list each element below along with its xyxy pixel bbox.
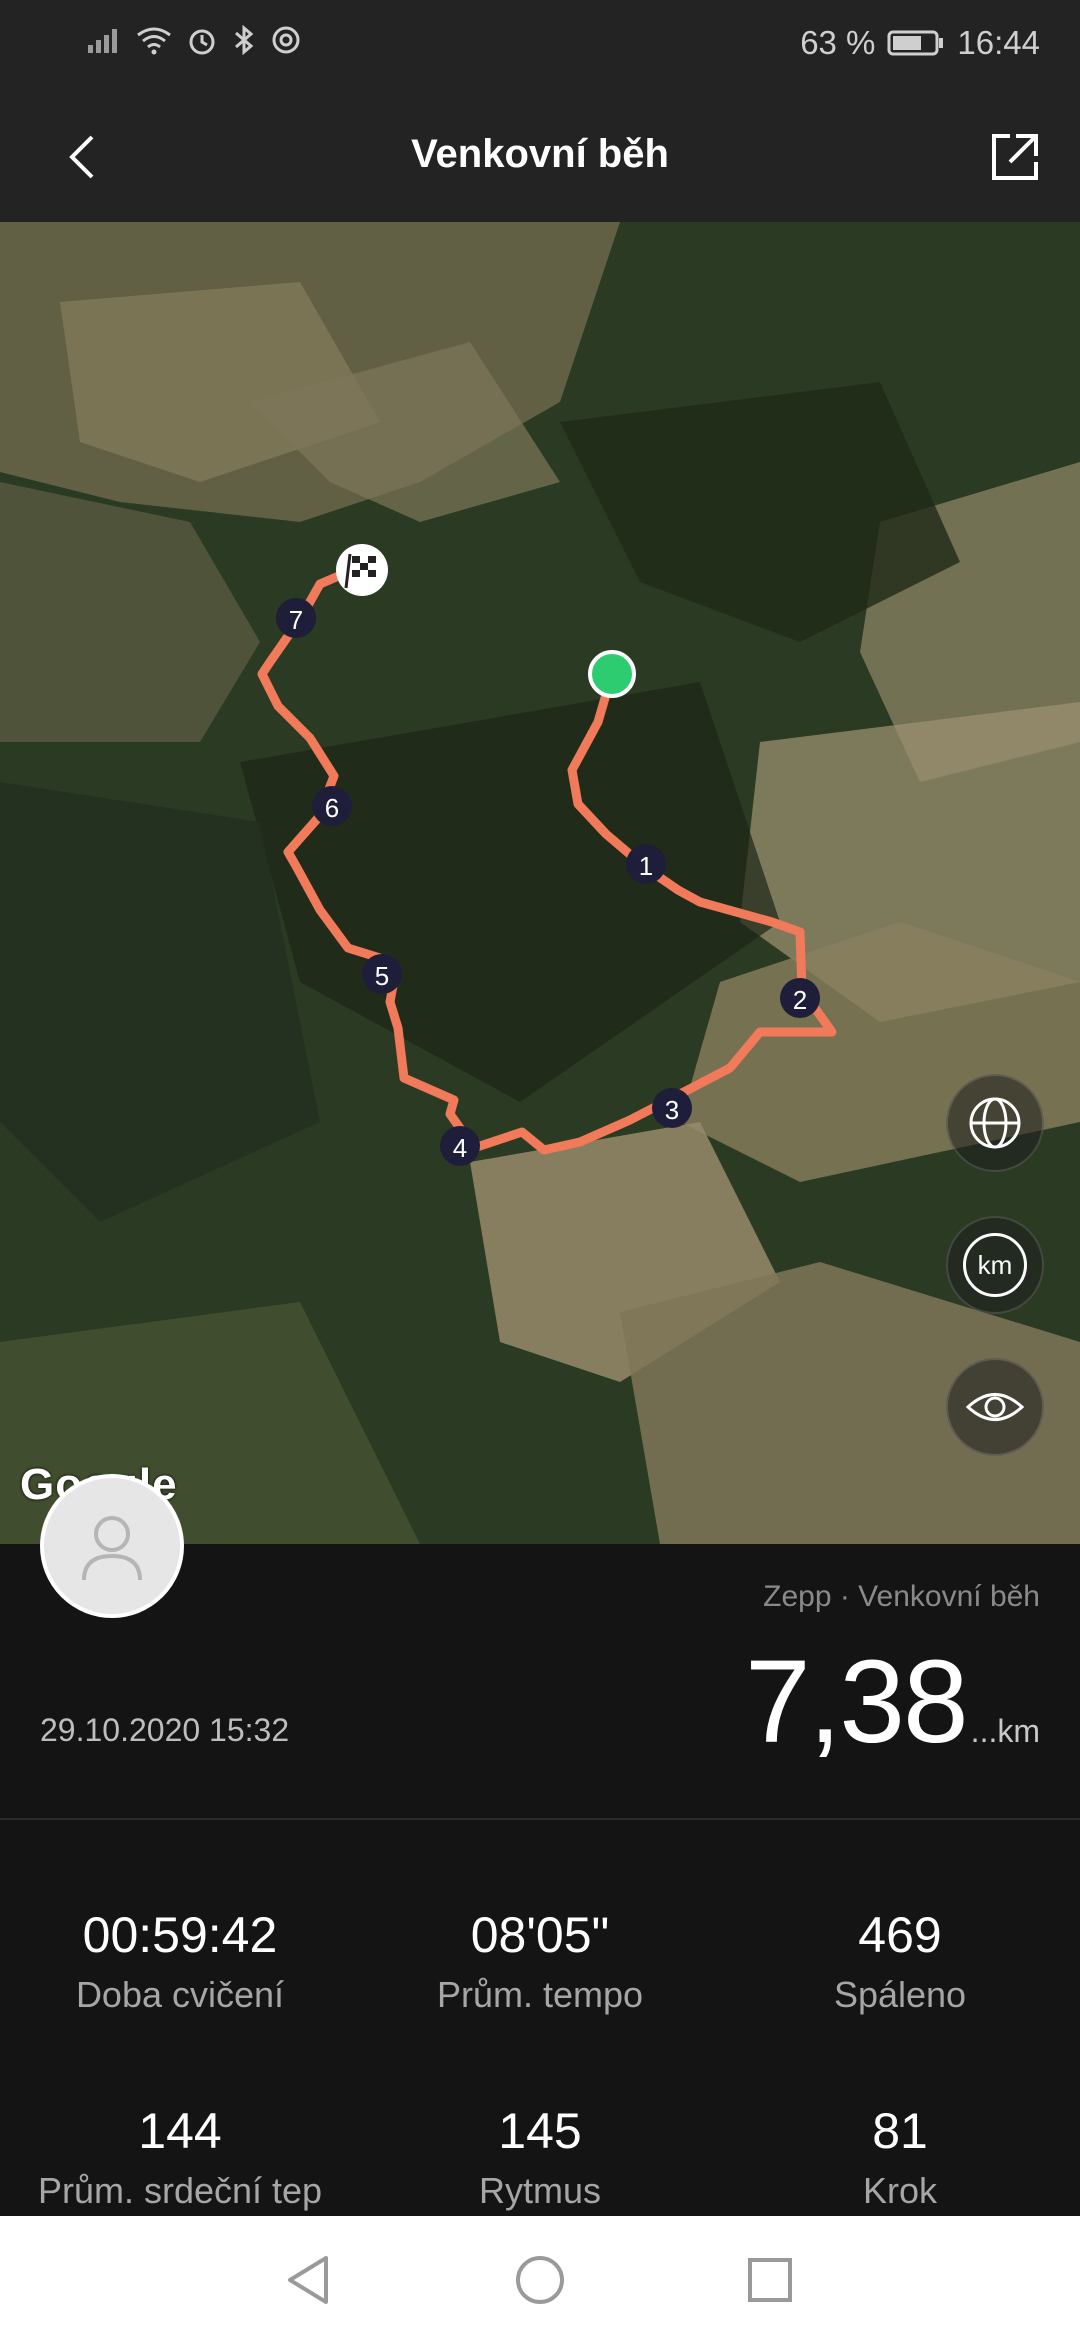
share-icon xyxy=(992,134,1038,180)
distance: 7,38 ...km xyxy=(745,1634,1040,1770)
start-marker xyxy=(588,650,636,698)
stat-label: Rytmus xyxy=(478,2170,601,2211)
stat-heart-rate: 144 Prům. srdeční tep xyxy=(0,2102,360,2212)
battery-icon xyxy=(887,30,944,56)
stat-value: 469 xyxy=(858,1907,942,1963)
km-marker: 5 xyxy=(362,954,402,994)
distance-unit: ...km xyxy=(970,1713,1040,1749)
km-marker: 2 xyxy=(780,978,820,1018)
stat-value: 08'05" xyxy=(470,1907,610,1963)
stat-value: 00:59:42 xyxy=(82,1907,278,1963)
stat-label: Spáleno xyxy=(833,1974,967,2015)
app-bar: Venkovní běh xyxy=(0,92,1080,222)
km-marker: 7 xyxy=(276,598,316,638)
nav-home-button[interactable] xyxy=(510,2250,570,2310)
km-toggle-label: km xyxy=(963,1233,1027,1297)
svg-text:2: 2 xyxy=(793,985,807,1015)
nav-home-icon xyxy=(516,2256,564,2304)
stat-label: Prům. srdeční tep xyxy=(37,2170,323,2211)
svg-text:1: 1 xyxy=(639,851,653,881)
stat-value: 81 xyxy=(872,2103,928,2159)
svg-text:7: 7 xyxy=(289,605,303,635)
status-icons-right: 63 % 16:44 xyxy=(800,24,1040,62)
satellite-map: 1 2 3 4 5 6 7 xyxy=(0,222,1080,1544)
stat-label: Prům. tempo xyxy=(436,1974,644,2015)
workout-date: 29.10.2020 15:32 xyxy=(40,1712,290,1748)
wifi-icon xyxy=(137,27,171,55)
user-icon xyxy=(82,1516,142,1581)
status-bar: 63 % 16:44 xyxy=(0,0,1080,92)
stat-label: Doba cvičení xyxy=(75,1974,285,2015)
stat-label: Krok xyxy=(862,2170,938,2211)
stat-pace: 08'05" Prům. tempo xyxy=(360,1906,720,2016)
nav-back-button[interactable] xyxy=(280,2250,340,2310)
svg-text:5: 5 xyxy=(375,961,389,991)
svg-text:4: 4 xyxy=(453,1133,467,1163)
route-map[interactable]: 1 2 3 4 5 6 7 km Google xyxy=(0,222,1080,1544)
share-button[interactable] xyxy=(980,122,1050,192)
stat-duration: 00:59:42 Doba cvičení xyxy=(0,1906,360,2016)
avatar[interactable] xyxy=(40,1474,184,1618)
nfc-icon xyxy=(272,26,300,54)
stat-steps: 81 Krok xyxy=(720,2102,1080,2212)
bluetooth-icon xyxy=(235,24,254,56)
nav-recents-icon xyxy=(748,2258,792,2302)
alarm-icon xyxy=(189,29,215,55)
stat-cadence: 145 Rytmus xyxy=(360,2102,720,2212)
stat-value: 144 xyxy=(138,2103,222,2159)
stat-value: 145 xyxy=(498,2103,582,2159)
stats-grid: 00:59:42 Doba cvičení 08'05" Prům. tempo… xyxy=(0,1820,1080,2220)
workout-source: Zepp · Venkovní běh xyxy=(763,1580,1040,1613)
system-nav-bar xyxy=(0,2216,1080,2340)
status-icons-left xyxy=(86,24,302,56)
distance-value: 7,38 xyxy=(745,1636,969,1768)
eye-icon xyxy=(965,1393,1025,1421)
km-marker: 6 xyxy=(312,786,352,826)
show-route-button[interactable] xyxy=(946,1358,1044,1456)
signal-icon xyxy=(88,29,117,53)
svg-text:3: 3 xyxy=(665,1095,679,1125)
km-toggle-button[interactable]: km xyxy=(946,1216,1044,1314)
page-title: Venkovní běh xyxy=(411,132,669,176)
clock: 16:44 xyxy=(957,24,1040,61)
nav-recents-button[interactable] xyxy=(740,2250,800,2310)
km-marker: 1 xyxy=(626,844,666,884)
km-marker: 4 xyxy=(440,1126,480,1166)
battery-percent: 63 % xyxy=(800,24,876,61)
svg-text:6: 6 xyxy=(325,793,339,823)
nav-back-icon xyxy=(288,2256,328,2304)
finish-flag-icon xyxy=(336,544,388,596)
stat-calories: 469 Spáleno xyxy=(720,1906,1080,2016)
map-type-button[interactable] xyxy=(946,1074,1044,1172)
km-marker: 3 xyxy=(652,1088,692,1128)
globe-icon xyxy=(969,1097,1021,1149)
